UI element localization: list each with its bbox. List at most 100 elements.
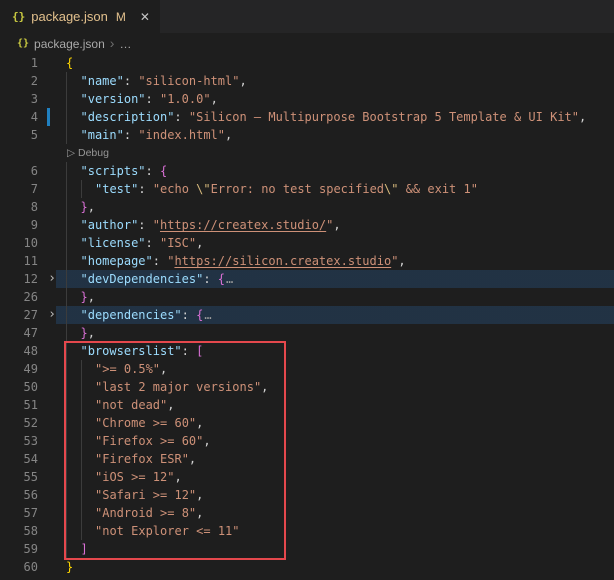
editor[interactable]: 1{2"name": "silicon-html",3"version": "1…: [0, 54, 614, 576]
fold-gutter: [38, 522, 66, 540]
code-text[interactable]: "homepage": "https://silicon.createx.stu…: [66, 252, 614, 270]
code-line-52[interactable]: 52 "Chrome >= 60",: [0, 414, 614, 432]
line-number[interactable]: 59: [0, 540, 38, 558]
code-line-58[interactable]: 58 "not Explorer <= 11": [0, 522, 614, 540]
code-line-7[interactable]: 7 "test": "echo \"Error: no test specifie…: [0, 180, 614, 198]
line-number[interactable]: 53: [0, 432, 38, 450]
fold-gutter: [38, 324, 66, 342]
code-line-5[interactable]: 5 "main": "index.html",: [0, 126, 614, 144]
tab-package-json[interactable]: {} package.json M ✕: [0, 0, 160, 33]
breadcrumb-symbol-ellipsis[interactable]: …: [119, 37, 131, 51]
code-line-53[interactable]: 53 "Firefox >= 60",: [0, 432, 614, 450]
code-text[interactable]: }: [66, 558, 614, 576]
code-line-59[interactable]: 59]: [0, 540, 614, 558]
code-text[interactable]: "last 2 major versions",: [66, 378, 614, 396]
line-number[interactable]: 9: [0, 216, 38, 234]
line-number[interactable]: 7: [0, 180, 38, 198]
code-text[interactable]: "main": "index.html",: [66, 126, 614, 144]
line-number[interactable]: 47: [0, 324, 38, 342]
line-number[interactable]: 56: [0, 486, 38, 504]
code-line-50[interactable]: 50 "last 2 major versions",: [0, 378, 614, 396]
indent-guide: [81, 468, 82, 486]
code-line-9[interactable]: 9 "author": "https://createx.studio/",: [0, 216, 614, 234]
code-text[interactable]: "Firefox >= 60",: [66, 432, 614, 450]
line-number[interactable]: 11: [0, 252, 38, 270]
code-line-57[interactable]: 57 "Android >= 8",: [0, 504, 614, 522]
line-number[interactable]: 1: [0, 54, 38, 72]
indent-guide: [66, 378, 67, 396]
code-line-48[interactable]: 48 "browserslist": [: [0, 342, 614, 360]
code-line-60[interactable]: 60}: [0, 558, 614, 576]
code-text[interactable]: "version": "1.0.0",: [66, 90, 614, 108]
line-number[interactable]: 57: [0, 504, 38, 522]
code-text[interactable]: "test": "echo \"Error: no test specified…: [66, 180, 614, 198]
code-text[interactable]: "Safari >= 12",: [66, 486, 614, 504]
fold-gutter: [38, 468, 66, 486]
line-number[interactable]: 51: [0, 396, 38, 414]
fold-chevron-icon[interactable]: ›: [38, 270, 66, 288]
code-text[interactable]: "description": "Silicon – Multipurpose B…: [66, 108, 614, 126]
code-line-54[interactable]: 54 "Firefox ESR",: [0, 450, 614, 468]
code-text[interactable]: },: [66, 288, 614, 306]
code-text[interactable]: "Firefox ESR",: [66, 450, 614, 468]
code-text[interactable]: "dependencies": {…: [66, 306, 614, 324]
code-line-2[interactable]: 2 "name": "silicon-html",: [0, 72, 614, 90]
debug-codelens[interactable]: ▷ Debug: [0, 144, 614, 162]
code-text[interactable]: "iOS >= 12",: [66, 468, 614, 486]
line-number[interactable]: 55: [0, 468, 38, 486]
code-line-47[interactable]: 47},: [0, 324, 614, 342]
line-number[interactable]: 52: [0, 414, 38, 432]
code-line-12[interactable]: 12›"devDependencies": {…: [0, 270, 614, 288]
line-number[interactable]: 50: [0, 378, 38, 396]
line-number[interactable]: 54: [0, 450, 38, 468]
line-number[interactable]: 27: [0, 306, 38, 324]
code-text[interactable]: "Android >= 8",: [66, 504, 614, 522]
line-number[interactable]: 49: [0, 360, 38, 378]
code-line-4[interactable]: 4 "description": "Silicon – Multipurpose …: [0, 108, 614, 126]
code-text[interactable]: "not dead",: [66, 396, 614, 414]
code-line-1[interactable]: 1{: [0, 54, 614, 72]
code-text[interactable]: ]: [66, 540, 614, 558]
code-text[interactable]: "author": "https://createx.studio/",: [66, 216, 614, 234]
code-line-3[interactable]: 3 "version": "1.0.0",: [0, 90, 614, 108]
code-text[interactable]: },: [66, 324, 614, 342]
line-number[interactable]: 10: [0, 234, 38, 252]
code-text[interactable]: "not Explorer <= 11": [66, 522, 614, 540]
line-number[interactable]: 4: [0, 108, 38, 126]
code-text[interactable]: "devDependencies": {…: [66, 270, 614, 288]
code-line-8[interactable]: 8},: [0, 198, 614, 216]
line-number[interactable]: 2: [0, 72, 38, 90]
code-text[interactable]: "scripts": {: [66, 162, 614, 180]
fold-gutter: [38, 288, 66, 306]
indent-guide: [66, 468, 67, 486]
line-number[interactable]: 60: [0, 558, 38, 576]
code-line-51[interactable]: 51 "not dead",: [0, 396, 614, 414]
line-number[interactable]: 5: [0, 126, 38, 144]
code-text[interactable]: },: [66, 198, 614, 216]
code-line-49[interactable]: 49 ">= 0.5%",: [0, 360, 614, 378]
code-line-10[interactable]: 10 "license": "ISC",: [0, 234, 614, 252]
code-text[interactable]: ">= 0.5%",: [66, 360, 614, 378]
line-number[interactable]: 58: [0, 522, 38, 540]
line-number[interactable]: 48: [0, 342, 38, 360]
code-line-27[interactable]: 27›"dependencies": {…: [0, 306, 614, 324]
line-number[interactable]: 6: [0, 162, 38, 180]
code-text[interactable]: "license": "ISC",: [66, 234, 614, 252]
close-icon[interactable]: ✕: [140, 10, 150, 24]
line-number[interactable]: 8: [0, 198, 38, 216]
code-text[interactable]: {: [66, 54, 614, 72]
fold-gutter: [38, 414, 66, 432]
line-number[interactable]: 3: [0, 90, 38, 108]
code-line-26[interactable]: 26},: [0, 288, 614, 306]
fold-chevron-icon[interactable]: ›: [38, 306, 66, 324]
code-text[interactable]: "name": "silicon-html",: [66, 72, 614, 90]
line-number[interactable]: 26: [0, 288, 38, 306]
code-text[interactable]: "Chrome >= 60",: [66, 414, 614, 432]
code-line-55[interactable]: 55 "iOS >= 12",: [0, 468, 614, 486]
code-line-11[interactable]: 11 "homepage": "https://silicon.createx.s…: [0, 252, 614, 270]
line-number[interactable]: 12: [0, 270, 38, 288]
breadcrumb-file[interactable]: package.json: [34, 37, 105, 51]
code-line-6[interactable]: 6 "scripts": {: [0, 162, 614, 180]
code-line-56[interactable]: 56 "Safari >= 12",: [0, 486, 614, 504]
code-text[interactable]: "browserslist": [: [66, 342, 614, 360]
